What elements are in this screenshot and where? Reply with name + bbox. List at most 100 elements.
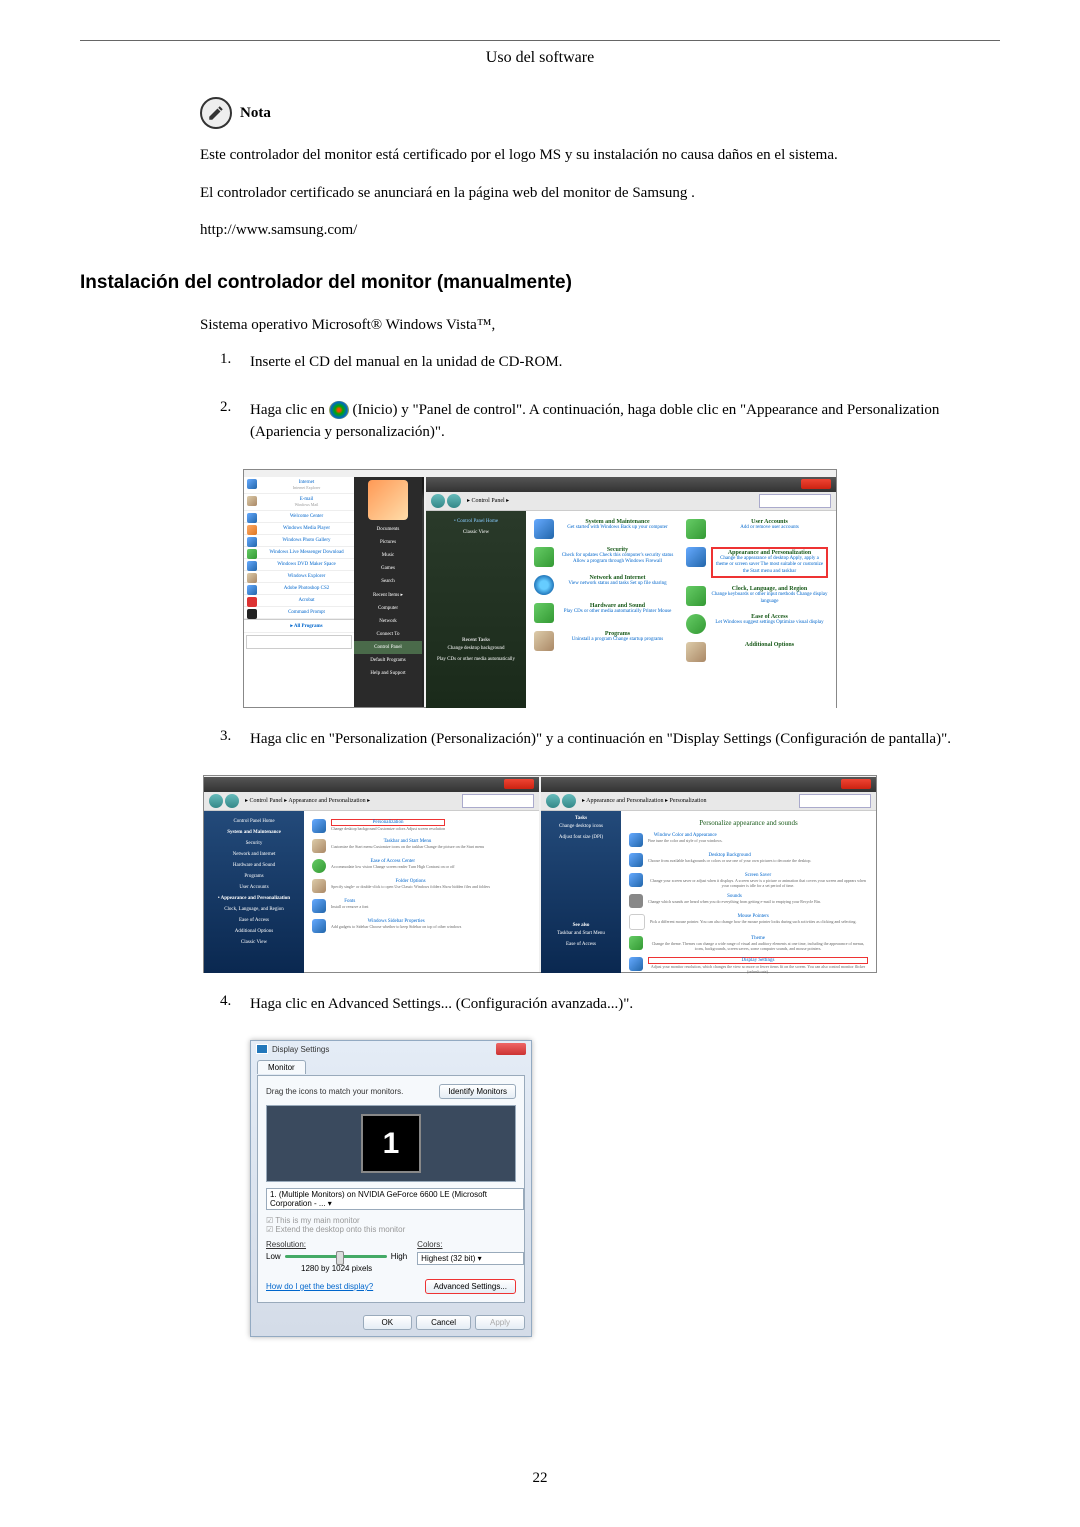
sidebar-item[interactable]: Security	[209, 838, 299, 849]
cp-sub[interactable]: Get started with Windows Back up your co…	[559, 525, 676, 532]
nav-back-icon[interactable]	[209, 794, 223, 808]
pers-item-link[interactable]: Window Color and Appearance	[648, 833, 723, 838]
close-icon[interactable]	[504, 779, 534, 789]
pers-sub[interactable]: Customize the Start menu Customize icons…	[331, 844, 484, 849]
breadcrumb[interactable]: ▸ Control Panel ▸	[467, 497, 509, 504]
start-right-item[interactable]: Music	[354, 549, 422, 562]
start-item[interactable]: InternetInternet Explorer	[244, 477, 354, 494]
breadcrumb[interactable]: ▸ Appearance and Personalization ▸ Perso…	[582, 797, 706, 804]
nav-back-icon[interactable]	[431, 494, 445, 508]
cancel-button[interactable]: Cancel	[416, 1315, 471, 1330]
start-item[interactable]: Command Prompt	[244, 607, 354, 619]
pers-sub[interactable]: Install or remove a font	[331, 904, 369, 909]
start-item[interactable]: Acrobat	[244, 595, 354, 607]
start-right-item[interactable]: Search	[354, 575, 422, 588]
start-item[interactable]: Windows Explorer	[244, 571, 354, 583]
pers-sub[interactable]: Specify single- or double-click to open …	[331, 884, 490, 889]
close-icon[interactable]	[841, 779, 871, 789]
start-right-item[interactable]: Recent Items ▸	[354, 588, 422, 602]
start-right-item[interactable]: Network	[354, 615, 422, 628]
display-settings-link[interactable]: Display Settings	[648, 957, 868, 964]
help-link[interactable]: How do I get the best display?	[266, 1282, 373, 1291]
ok-button[interactable]: OK	[363, 1315, 413, 1330]
step-3-text: Haga clic en "Personalization (Personali…	[250, 728, 1000, 751]
cp-sub[interactable]: Change keyboards or other input methods …	[711, 592, 828, 605]
cp-sub[interactable]: Add or remove user accounts	[711, 525, 828, 532]
search-input[interactable]	[462, 794, 534, 808]
close-icon[interactable]	[801, 479, 831, 489]
tab-monitor[interactable]: Monitor	[257, 1060, 306, 1074]
sidebar-item[interactable]: Ease of Access	[209, 915, 299, 926]
colors-dropdown[interactable]: Highest (32 bit) ▾	[417, 1252, 524, 1265]
start-right-item[interactable]: Default Programs	[354, 654, 422, 667]
identify-monitors-button[interactable]: Identify Monitors	[439, 1084, 516, 1099]
see-link[interactable]: Ease of Access	[546, 939, 616, 950]
start-item[interactable]: Windows Live Messenger Download	[244, 547, 354, 559]
start-right-item[interactable]: Help and Support	[354, 667, 422, 680]
close-icon[interactable]	[496, 1043, 526, 1055]
screenshot-start-controlpanel: InternetInternet Explorer E-mailWindows …	[243, 469, 837, 708]
cp-sub[interactable]: View network status and tasks Set up fil…	[559, 581, 676, 588]
pers-sub[interactable]: Change desktop background Customize colo…	[331, 826, 445, 831]
cp-home-link[interactable]: Control Panel Home	[209, 816, 299, 827]
all-programs[interactable]: ▸ All Programs	[244, 619, 354, 633]
pers-sub[interactable]: Accommodate low vision Change screen rea…	[331, 864, 455, 869]
main-monitor-checkbox[interactable]: ☑ This is my main monitor	[266, 1216, 516, 1225]
start-control-panel[interactable]: Control Panel	[354, 641, 422, 654]
start-right-item[interactable]: Computer	[354, 602, 422, 615]
monitor-preview-area[interactable]: 1	[266, 1105, 516, 1182]
start-right-item[interactable]: Connect To	[354, 628, 422, 641]
extend-desktop-checkbox[interactable]: ☑ Extend the desktop onto this monitor	[266, 1225, 516, 1234]
cp-sub[interactable]: Change the appearance of desktop Apply, …	[715, 556, 824, 576]
start-right-item[interactable]: Games	[354, 562, 422, 575]
sidebar-item[interactable]: User Accounts	[209, 882, 299, 893]
personalization-link[interactable]: Personalization	[331, 819, 445, 826]
cp-sub[interactable]: Let Windows suggest settings Optimize vi…	[711, 620, 828, 627]
pers-sub[interactable]: Add gadgets to Sidebar Choose whether to…	[331, 924, 461, 929]
recent-task[interactable]: Change desktop background	[431, 643, 521, 654]
monitor-dropdown[interactable]: 1. (Multiple Monitors) on NVIDIA GeForce…	[266, 1188, 524, 1210]
start-search-input[interactable]	[246, 635, 352, 649]
sidebar-item[interactable]: Clock, Language, and Region	[209, 904, 299, 915]
start-item[interactable]: Windows Photo Gallery	[244, 535, 354, 547]
sidebar-ap[interactable]: • Appearance and Personalization	[209, 893, 299, 904]
sidebar-classic[interactable]: Classic View	[209, 937, 299, 948]
pers-icon	[629, 936, 643, 950]
start-right-item[interactable]: Documents	[354, 523, 422, 536]
sidebar-item[interactable]: Network and Internet	[209, 849, 299, 860]
cp-appearance-link[interactable]: Appearance and Personalization	[715, 550, 824, 556]
start-item[interactable]: Windows DVD Maker Space	[244, 559, 354, 571]
see-link[interactable]: Taskbar and Start Menu	[546, 928, 616, 939]
breadcrumb[interactable]: ▸ Control Panel ▸ Appearance and Persona…	[245, 797, 370, 804]
nav-back-icon[interactable]	[546, 794, 560, 808]
sidebar-item[interactable]: System and Maintenance	[209, 827, 299, 838]
cp-home-link[interactable]: • Control Panel Home	[431, 516, 521, 527]
cp-sub[interactable]: Play CDs or other media automatically Pr…	[559, 609, 676, 616]
search-input[interactable]	[799, 794, 871, 808]
monitor-1[interactable]: 1	[361, 1114, 421, 1173]
start-right-item[interactable]: Pictures	[354, 536, 422, 549]
cp-category[interactable]: Additional Options	[711, 642, 828, 648]
recent-task[interactable]: Play CDs or other media automatically	[431, 654, 521, 665]
apply-button[interactable]: Apply	[475, 1315, 525, 1330]
start-item[interactable]: E-mailWindows Mail	[244, 494, 354, 511]
start-item[interactable]: Adobe Photoshop CS2	[244, 583, 354, 595]
task-link[interactable]: Adjust font size (DPI)	[546, 832, 616, 843]
advanced-settings-button[interactable]: Advanced Settings...	[425, 1279, 516, 1294]
start-item[interactable]: Welcome Center	[244, 511, 354, 523]
search-input[interactable]	[759, 494, 831, 508]
sidebar-item[interactable]: Hardware and Sound	[209, 860, 299, 871]
nav-fwd-icon[interactable]	[225, 794, 239, 808]
start-item[interactable]: Windows Media Player	[244, 523, 354, 535]
cp-sub[interactable]: Check for updates Check this computer's …	[559, 553, 676, 566]
nav-fwd-icon[interactable]	[562, 794, 576, 808]
slider-high: High	[391, 1252, 407, 1261]
cp-classic-link[interactable]: Classic View	[431, 527, 521, 538]
nav-fwd-icon[interactable]	[447, 494, 461, 508]
resolution-slider[interactable]	[285, 1255, 387, 1258]
task-link[interactable]: Change desktop icons	[546, 821, 616, 832]
network-icon	[534, 575, 554, 595]
sidebar-item[interactable]: Programs	[209, 871, 299, 882]
cp-sub[interactable]: Uninstall a program Change startup progr…	[559, 637, 676, 644]
sidebar-item[interactable]: Additional Options	[209, 926, 299, 937]
